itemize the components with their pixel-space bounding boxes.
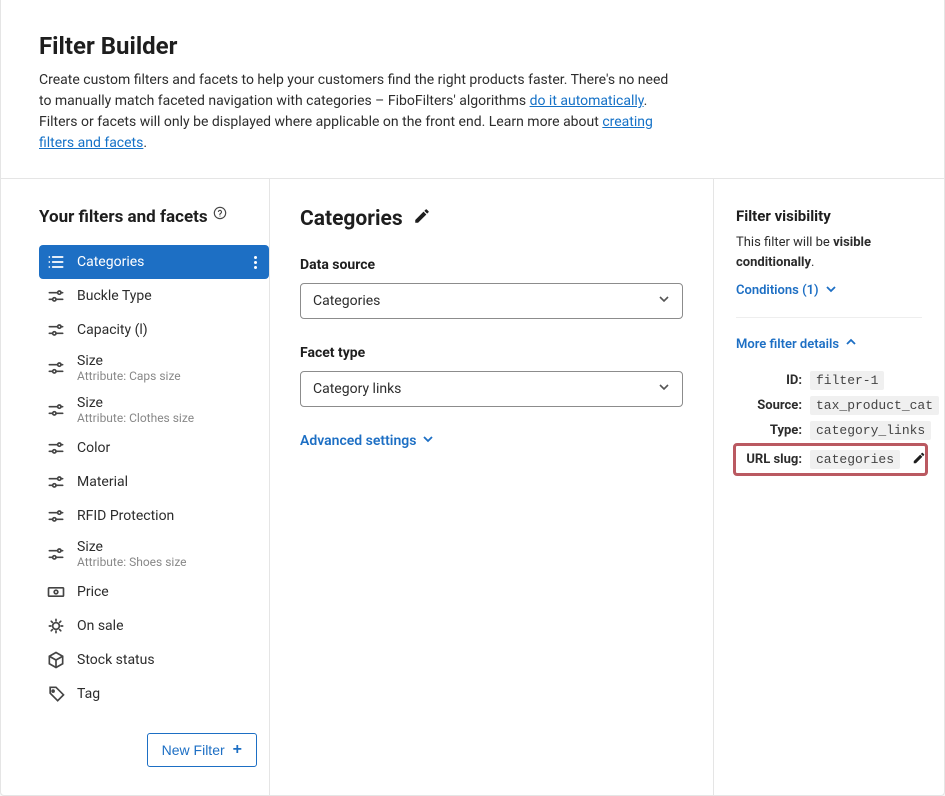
filter-item-label: RFID Protection bbox=[77, 508, 174, 524]
detail-key: ID: bbox=[736, 373, 802, 388]
intro-part: . bbox=[143, 135, 147, 151]
data-source-value: Categories bbox=[313, 293, 380, 309]
data-source-select[interactable]: Categories bbox=[300, 283, 683, 319]
main-title-text: Categories bbox=[300, 207, 403, 231]
chevron-down-icon bbox=[422, 433, 434, 449]
filter-item-label: Size bbox=[77, 395, 194, 411]
filter-item-capacity[interactable]: Capacity (l) bbox=[39, 313, 269, 347]
visibility-text-part: . bbox=[811, 255, 814, 270]
more-details-label: More filter details bbox=[736, 337, 839, 352]
sliders-icon bbox=[45, 285, 67, 307]
intro-text: Create custom filters and facets to help… bbox=[39, 70, 679, 154]
filter-item-label: On sale bbox=[77, 618, 124, 634]
list-icon bbox=[45, 251, 67, 273]
detail-row-url-slug: URL slug: categories bbox=[733, 443, 928, 476]
filter-item-onsale[interactable]: On sale bbox=[39, 609, 269, 643]
page-title: Filter Builder bbox=[39, 32, 906, 60]
tag-icon bbox=[45, 683, 67, 705]
chevron-down-icon bbox=[825, 283, 837, 299]
filter-item-label: Price bbox=[77, 584, 109, 600]
filter-item-stock[interactable]: Stock status bbox=[39, 643, 269, 677]
filter-item-rfid[interactable]: RFID Protection bbox=[39, 499, 269, 533]
detail-value: tax_product_cat bbox=[810, 396, 939, 415]
visibility-text: This filter will be visible conditionall… bbox=[736, 233, 922, 272]
filter-item-categories[interactable]: Categories bbox=[39, 245, 269, 279]
filter-item-size-shoes[interactable]: Size Attribute: Shoes size bbox=[39, 533, 269, 575]
filter-item-buckle-type[interactable]: Buckle Type bbox=[39, 279, 269, 313]
filter-item-size-clothes[interactable]: Size Attribute: Clothes size bbox=[39, 389, 269, 431]
filter-item-label: Material bbox=[77, 474, 128, 490]
detail-row-source: Source: tax_product_cat bbox=[736, 393, 922, 418]
filter-item-label: Color bbox=[77, 440, 110, 456]
filter-list: Categories Buckle Type Capacity (l) bbox=[39, 245, 269, 711]
detail-row-type: Type: category_links bbox=[736, 418, 922, 443]
sidebar-title: Your filters and facets bbox=[39, 207, 269, 227]
filter-item-label: Buckle Type bbox=[77, 288, 152, 304]
details-table: ID: filter-1 Source: tax_product_cat Typ… bbox=[736, 368, 922, 476]
sliders-icon bbox=[45, 357, 67, 379]
filter-item-label: Capacity (l) bbox=[77, 322, 148, 338]
edit-slug-icon[interactable] bbox=[912, 451, 926, 469]
detail-value: categories bbox=[810, 450, 900, 469]
facet-type-value: Category links bbox=[313, 381, 401, 397]
sliders-icon bbox=[45, 437, 67, 459]
filter-item-color[interactable]: Color bbox=[39, 431, 269, 465]
advanced-settings-label: Advanced settings bbox=[300, 433, 416, 449]
detail-row-id: ID: filter-1 bbox=[736, 368, 922, 393]
filter-item-label: Size bbox=[77, 353, 181, 369]
filter-item-price[interactable]: Price bbox=[39, 575, 269, 609]
sliders-icon bbox=[45, 471, 67, 493]
sliders-icon bbox=[45, 543, 67, 565]
sliders-icon bbox=[45, 505, 67, 527]
box-icon bbox=[45, 649, 67, 671]
detail-value: filter-1 bbox=[810, 371, 884, 390]
filter-item-label: Tag bbox=[77, 686, 100, 702]
sale-icon bbox=[45, 615, 67, 637]
detail-key: Source: bbox=[736, 398, 802, 413]
detail-key: URL slug: bbox=[736, 452, 802, 467]
sliders-icon bbox=[45, 319, 67, 341]
data-source-label: Data source bbox=[300, 257, 683, 273]
plus-icon: + bbox=[233, 742, 242, 758]
main-title: Categories bbox=[300, 207, 683, 231]
visibility-title: Filter visibility bbox=[736, 207, 922, 225]
filter-item-sublabel: Attribute: Clothes size bbox=[77, 411, 194, 425]
conditions-link[interactable]: Conditions (1) bbox=[736, 283, 837, 299]
filter-item-label: Categories bbox=[77, 254, 144, 270]
price-icon bbox=[45, 581, 67, 603]
sliders-icon bbox=[45, 399, 67, 421]
filter-item-label: Stock status bbox=[77, 652, 155, 668]
chevron-up-icon bbox=[845, 336, 857, 352]
filter-item-label: Size bbox=[77, 539, 187, 555]
filter-item-sublabel: Attribute: Shoes size bbox=[77, 555, 187, 569]
edit-title-icon[interactable] bbox=[413, 207, 431, 231]
chevron-down-icon bbox=[658, 381, 670, 397]
filter-item-size-caps[interactable]: Size Attribute: Caps size bbox=[39, 347, 269, 389]
visibility-text-part: This filter will be bbox=[736, 235, 833, 250]
filter-item-material[interactable]: Material bbox=[39, 465, 269, 499]
auto-link[interactable]: do it automatically bbox=[530, 93, 644, 109]
more-details-toggle[interactable]: More filter details bbox=[736, 336, 857, 352]
help-icon[interactable] bbox=[212, 205, 228, 221]
filter-item-sublabel: Attribute: Caps size bbox=[77, 369, 181, 383]
facet-type-label: Facet type bbox=[300, 345, 683, 361]
detail-key: Type: bbox=[736, 423, 802, 438]
divider bbox=[736, 317, 922, 318]
filter-item-tag[interactable]: Tag bbox=[39, 677, 269, 711]
facet-type-select[interactable]: Category links bbox=[300, 371, 683, 407]
sidebar-title-text: Your filters and facets bbox=[39, 207, 208, 227]
chevron-down-icon bbox=[658, 293, 670, 309]
new-filter-button[interactable]: New Filter + bbox=[147, 733, 257, 767]
new-filter-label: New Filter bbox=[162, 742, 225, 758]
conditions-label: Conditions (1) bbox=[736, 283, 819, 298]
advanced-settings-toggle[interactable]: Advanced settings bbox=[300, 433, 434, 449]
detail-value: category_links bbox=[810, 421, 931, 440]
kebab-icon[interactable] bbox=[252, 256, 259, 269]
